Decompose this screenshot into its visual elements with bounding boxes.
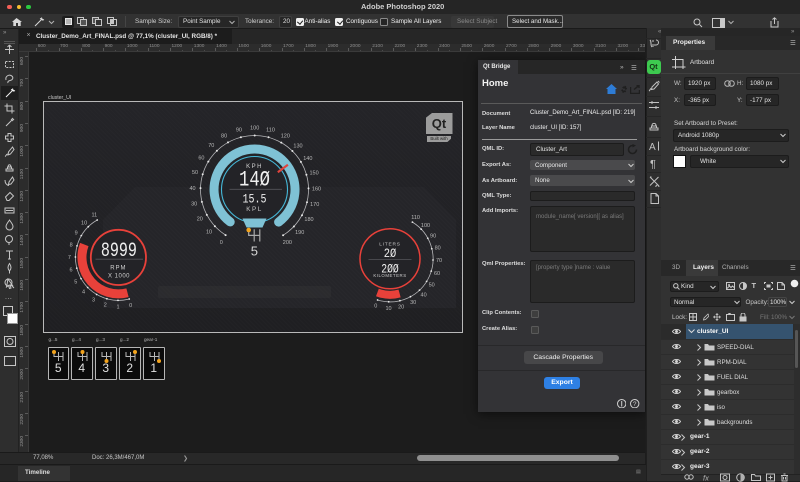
svg-text:80: 80 bbox=[221, 133, 227, 139]
svg-text:10: 10 bbox=[385, 306, 391, 312]
svg-text:200: 200 bbox=[283, 240, 292, 246]
svg-text:X 1000: X 1000 bbox=[108, 273, 130, 279]
svg-text:170: 170 bbox=[310, 202, 319, 208]
svg-text:7: 7 bbox=[68, 255, 71, 261]
svg-text:10: 10 bbox=[206, 230, 212, 236]
svg-text:4: 4 bbox=[82, 290, 85, 296]
svg-text:15.5: 15.5 bbox=[243, 192, 267, 207]
svg-text:20: 20 bbox=[197, 217, 203, 223]
svg-text:KPL: KPL bbox=[246, 206, 262, 213]
svg-text:10: 10 bbox=[81, 220, 87, 226]
svg-text:KILOMETERS: KILOMETERS bbox=[373, 273, 406, 278]
svg-text:90: 90 bbox=[236, 128, 242, 134]
svg-text:100: 100 bbox=[250, 126, 259, 132]
svg-text:2Ø: 2Ø bbox=[384, 246, 397, 261]
svg-text:8999: 8999 bbox=[101, 240, 137, 263]
svg-text:50: 50 bbox=[192, 170, 198, 176]
svg-text:30: 30 bbox=[191, 202, 197, 208]
svg-text:5: 5 bbox=[74, 280, 77, 286]
svg-text:40: 40 bbox=[189, 186, 195, 192]
svg-text:2: 2 bbox=[104, 303, 107, 309]
svg-text:110: 110 bbox=[411, 215, 420, 221]
svg-text:0: 0 bbox=[374, 304, 377, 310]
svg-text:40: 40 bbox=[421, 292, 427, 298]
svg-text:6: 6 bbox=[69, 268, 72, 274]
svg-text:A: A bbox=[649, 142, 656, 152]
svg-text:3: 3 bbox=[92, 298, 95, 304]
svg-text:160: 160 bbox=[312, 186, 321, 192]
svg-text:RPM: RPM bbox=[110, 266, 126, 272]
svg-text:60: 60 bbox=[434, 271, 440, 277]
svg-text:90: 90 bbox=[430, 233, 436, 239]
svg-text:120: 120 bbox=[281, 134, 290, 140]
svg-text:11: 11 bbox=[91, 213, 97, 219]
svg-text:20: 20 bbox=[398, 305, 404, 311]
svg-text:70: 70 bbox=[436, 258, 442, 264]
svg-text:50: 50 bbox=[429, 283, 435, 289]
svg-text:70: 70 bbox=[208, 143, 214, 149]
svg-text:180: 180 bbox=[304, 217, 313, 223]
svg-text:0: 0 bbox=[129, 303, 132, 309]
svg-text:?: ? bbox=[633, 401, 637, 408]
svg-text:80: 80 bbox=[435, 245, 441, 251]
svg-text:9: 9 bbox=[75, 231, 78, 237]
svg-text:150: 150 bbox=[310, 171, 319, 177]
svg-text:190: 190 bbox=[295, 230, 304, 236]
svg-text:¶: ¶ bbox=[650, 158, 656, 169]
svg-text:1: 1 bbox=[116, 304, 119, 310]
svg-text:60: 60 bbox=[198, 156, 204, 162]
svg-text:140: 140 bbox=[303, 156, 312, 162]
svg-text:130: 130 bbox=[293, 143, 302, 149]
svg-text:110: 110 bbox=[266, 128, 275, 134]
svg-text:8: 8 bbox=[70, 242, 73, 248]
svg-text:100: 100 bbox=[421, 223, 430, 229]
svg-text:14Ø: 14Ø bbox=[239, 167, 270, 193]
svg-text:30: 30 bbox=[410, 300, 416, 306]
svg-text:0: 0 bbox=[220, 240, 223, 246]
svg-text:5: 5 bbox=[251, 244, 258, 259]
